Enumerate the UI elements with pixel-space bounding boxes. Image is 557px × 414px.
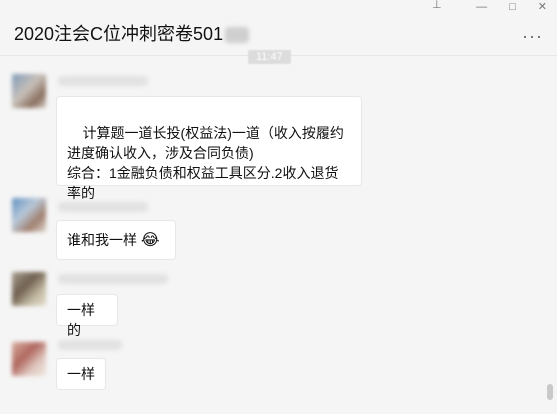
close-icon[interactable]: ✕ <box>538 0 547 14</box>
title-bar: 2020注会C位冲刺密卷501 ⊥ — □ ✕ ··· <box>0 0 557 56</box>
message-text: 一样的 <box>67 302 95 338</box>
avatar[interactable] <box>12 272 46 306</box>
message-timestamp: 11:47 <box>248 50 291 64</box>
avatar[interactable] <box>12 198 46 232</box>
message-text: 计算题一道长投(权益法)一道（收入按履约进度确认收入，涉及合同负债) 综合：1金… <box>67 125 344 201</box>
laughing-emoji-icon: 😂 <box>140 232 160 249</box>
title-redaction <box>225 27 250 44</box>
message-bubble[interactable]: 谁和我一样 😂 <box>56 220 176 260</box>
sender-name-redacted <box>58 76 148 86</box>
message-bubble[interactable]: 计算题一道长投(权益法)一道（收入按履约进度确认收入，涉及合同负债) 综合：1金… <box>56 96 362 201</box>
chat-title: 2020注会C位冲刺密卷501 <box>14 20 250 46</box>
more-options-icon[interactable]: ··· <box>522 26 543 47</box>
scrollbar[interactable] <box>547 384 553 400</box>
message-text: 谁和我一样 <box>67 232 137 248</box>
pin-icon[interactable]: ⊥ <box>432 0 442 12</box>
sender-name-redacted <box>58 274 168 284</box>
sender-name-redacted <box>58 202 148 212</box>
window-controls: — □ ✕ <box>476 0 547 14</box>
message-bubble[interactable]: 一样的 <box>56 294 118 338</box>
avatar[interactable] <box>12 74 46 108</box>
message-bubble[interactable]: 一样 <box>56 358 106 390</box>
minimize-icon[interactable]: — <box>476 0 487 14</box>
sender-name-redacted <box>58 340 122 350</box>
avatar[interactable] <box>12 342 46 376</box>
maximize-icon[interactable]: □ <box>509 0 516 14</box>
message-text: 一样 <box>67 366 95 382</box>
